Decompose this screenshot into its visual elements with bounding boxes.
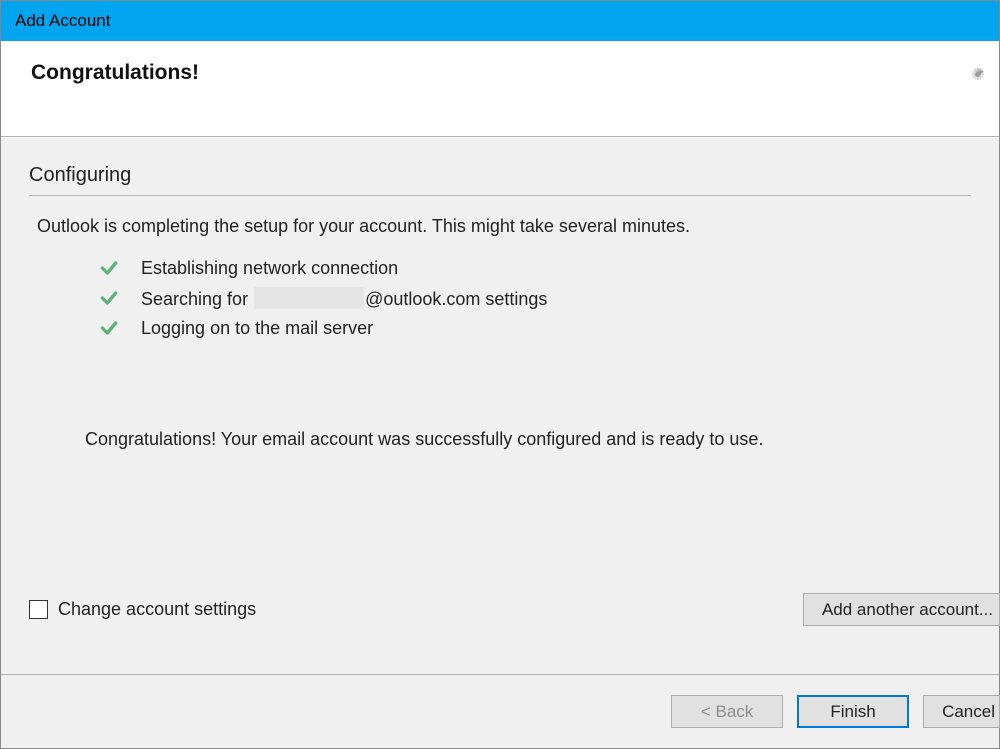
checkmark-icon xyxy=(99,318,119,338)
options-row: Change account settings Add another acco… xyxy=(29,593,999,626)
step-label: Establishing network connection xyxy=(141,258,398,279)
setup-steps: Establishing network connection Searchin… xyxy=(29,253,971,343)
checkmark-icon xyxy=(99,258,119,278)
step-label-suffix: @outlook.com settings xyxy=(365,289,547,309)
checkbox-icon[interactable] xyxy=(29,600,48,619)
page-title: Congratulations! xyxy=(31,61,969,85)
step-row: Logging on to the mail server xyxy=(99,313,971,343)
step-label: Logging on to the mail server xyxy=(141,318,373,339)
window-title: Add Account xyxy=(15,11,110,31)
section-divider xyxy=(29,195,971,196)
finish-button[interactable]: Finish xyxy=(797,695,909,728)
add-account-dialog: Add Account Congratulations! Configuring… xyxy=(0,0,1000,749)
success-message: Congratulations! Your email account was … xyxy=(85,429,971,450)
checkmark-icon xyxy=(99,288,119,308)
dialog-header: Congratulations! xyxy=(1,41,999,137)
section-title: Configuring xyxy=(29,164,971,187)
step-row: Searching for @outlook.com settings xyxy=(99,283,971,313)
titlebar: Add Account xyxy=(1,1,999,41)
redacted-email xyxy=(254,287,364,309)
dialog-footer: < Back Finish Cancel xyxy=(1,674,999,748)
setup-message: Outlook is completing the setup for your… xyxy=(37,216,971,237)
step-label: Searching for @outlook.com settings xyxy=(141,287,547,310)
step-row: Establishing network connection xyxy=(99,253,971,283)
change-account-settings-checkbox[interactable]: Change account settings xyxy=(29,599,256,620)
dialog-body: Configuring Outlook is completing the se… xyxy=(1,137,999,674)
cancel-button[interactable]: Cancel xyxy=(923,695,1000,728)
checkbox-label: Change account settings xyxy=(58,599,256,620)
add-another-account-button[interactable]: Add another account... xyxy=(803,593,1000,626)
step-label-prefix: Searching for xyxy=(141,289,253,309)
back-button: < Back xyxy=(671,695,783,728)
loading-spinner-icon xyxy=(963,59,993,89)
